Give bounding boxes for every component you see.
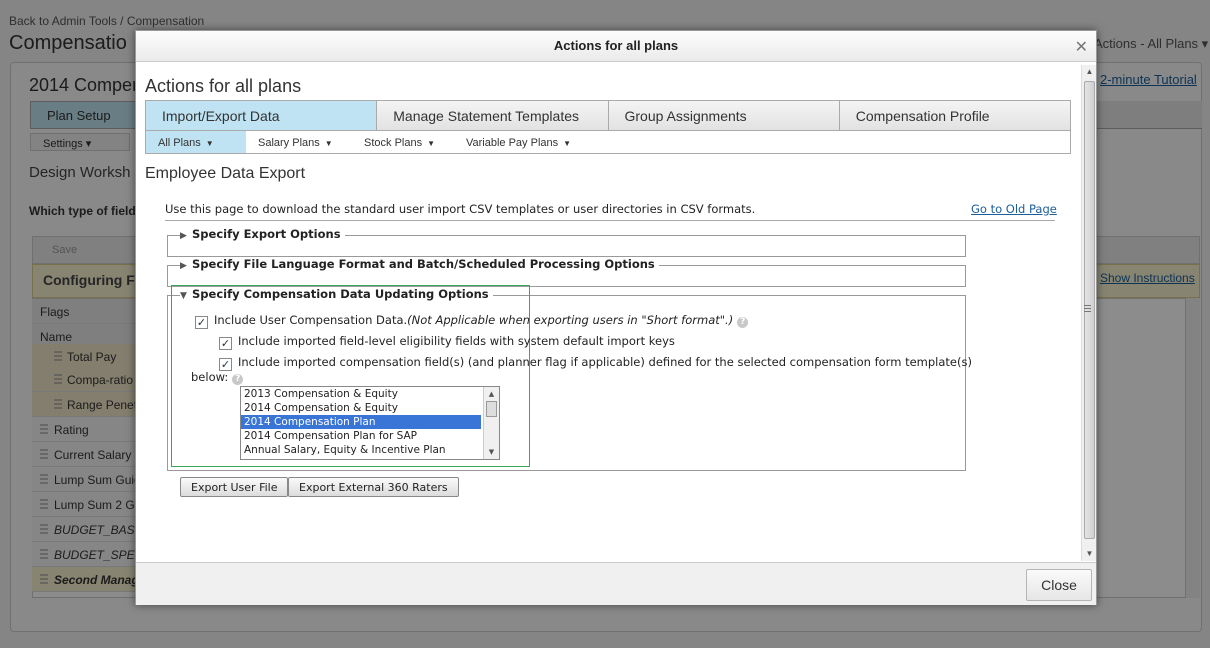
close-button[interactable]: Close [1026,569,1092,601]
include-comp-option: ✓ Include User Compensation Data.(Not App… [195,313,749,329]
close-icon[interactable]: ✕ [1075,37,1088,57]
subtab-variable-pay-plans[interactable]: Variable Pay Plans ▼ [454,131,585,153]
scroll-up-icon[interactable]: ▲ [484,387,499,401]
language-format-toggle[interactable]: ▶ Specify File Language Format and Batch/… [180,257,659,271]
divider [165,220,1055,221]
tab-group-assignments[interactable]: Group Assignments [609,101,840,130]
list-item[interactable]: 2013 Compensation & Equity [241,387,481,401]
chevron-down-icon: ▼ [563,139,572,148]
tab-manage-statement-templates[interactable]: Manage Statement Templates [377,101,609,130]
help-icon[interactable]: ? [232,374,244,385]
dialog-heading: Actions for all plans [145,76,302,96]
dialog-scrollbar[interactable]: ▲ ▼ [1081,65,1096,561]
template-listbox[interactable]: 2013 Compensation & Equity 2014 Compensa… [240,386,500,460]
intro-text: Use this page to download the standard u… [165,202,756,216]
include-eligibility-checkbox[interactable]: ✓ [219,337,232,350]
include-fields-option-cont: below:? [191,370,244,385]
actions-dialog: Actions for all plans ✕ Actions for all … [135,30,1097,605]
old-page-link[interactable]: Go to Old Page [971,202,1057,216]
export-options-section: ▶ Specify Export Options [167,227,966,257]
chevron-down-icon: ▼ [205,139,214,148]
tab-compensation-profile[interactable]: Compensation Profile [840,101,1070,130]
export-options-toggle[interactable]: ▶ Specify Export Options [180,227,345,241]
include-fields-option: ✓ Include imported compensation field(s) … [219,355,972,371]
include-eligibility-option: ✓ Include imported field-level eligibilit… [219,334,675,350]
subtab-stock-plans[interactable]: Stock Plans ▼ [352,131,454,153]
list-item[interactable]: 2014 Compensation Plan for SAP [241,429,481,443]
dialog-header: Actions for all plans ✕ [136,31,1096,62]
scroll-grip-icon [1084,305,1091,312]
list-item[interactable]: Annual Salary, Equity & Incentive Plan [241,443,481,457]
listbox-scrollbar[interactable]: ▲ ▼ [483,387,499,459]
dialog-title: Actions for all plans [553,38,679,53]
help-icon[interactable]: ? [737,317,749,328]
export-user-file-button[interactable]: Export User File [180,477,289,497]
include-comp-checkbox[interactable]: ✓ [195,316,208,329]
dialog-content: Actions for all plans Import/Export Data… [136,63,1080,561]
subtab-all-plans[interactable]: All Plans ▼ [146,131,246,153]
list-item-selected[interactable]: 2014 Compensation Plan [241,415,481,429]
sub-tabs: All Plans ▼ Salary Plans ▼ Stock Plans ▼ Va… [145,131,1071,154]
section-heading: Employee Data Export [145,165,306,182]
scroll-down-icon[interactable]: ▼ [1082,547,1097,561]
list-item[interactable]: 2014 Compensation & Equity [241,401,481,415]
expand-arrow-icon: ▶ [180,231,187,241]
scroll-down-icon[interactable]: ▼ [484,445,499,459]
scroll-up-icon[interactable]: ▲ [1082,65,1097,79]
expand-arrow-icon: ▶ [180,261,187,271]
main-tabs: Import/Export Data Manage Statement Temp… [145,100,1071,131]
language-format-section: ▶ Specify File Language Format and Batch/… [167,257,966,287]
export-360-raters-button[interactable]: Export External 360 Raters [288,477,459,497]
chevron-down-icon: ▼ [324,139,333,148]
scroll-thumb[interactable] [486,401,497,417]
dialog-footer: Close [136,562,1096,605]
chevron-down-icon: ▼ [427,139,436,148]
subtab-salary-plans[interactable]: Salary Plans ▼ [246,131,352,153]
tab-import-export[interactable]: Import/Export Data [146,101,378,130]
